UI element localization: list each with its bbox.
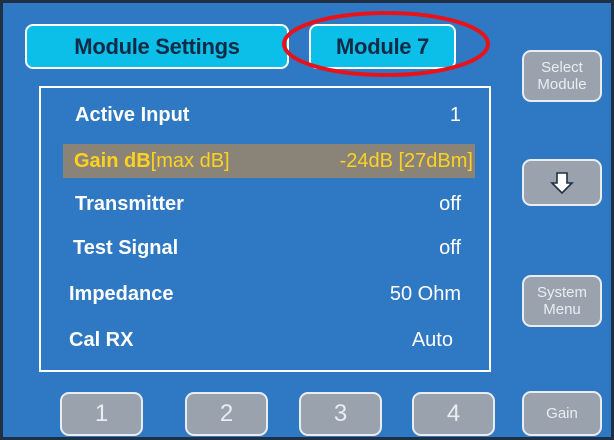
setting-value: Auto: [411, 328, 453, 351]
setting-label-main: Gain dB: [74, 149, 151, 172]
down-arrow-icon: [550, 171, 574, 194]
setting-label: Transmitter: [75, 192, 184, 215]
setting-value: off: [439, 192, 461, 215]
select-module-button[interactable]: Select Module: [522, 50, 602, 102]
system-menu-button[interactable]: System Menu: [522, 275, 602, 327]
setting-row-impedance[interactable]: Impedance 50 Ohm: [41, 277, 489, 311]
input-button-label: 1: [94, 400, 109, 427]
input-button-3[interactable]: 3: [299, 392, 382, 436]
settings-panel: Active Input 1 Gain dB[max dB] -24dB [27…: [39, 86, 491, 372]
setting-label: Test Signal: [73, 236, 179, 259]
input-button-label: 4: [446, 400, 461, 427]
setting-row-transmitter[interactable]: Transmitter off: [41, 187, 489, 221]
setting-row-test-signal[interactable]: Test Signal off: [41, 231, 489, 265]
device-screen: Module Settings Module 7 Active Input 1 …: [0, 0, 614, 440]
gain-button-label: Gain: [546, 405, 578, 422]
setting-label-unit: [max dB]: [150, 149, 230, 172]
tab-module-7[interactable]: Module 7: [309, 24, 456, 69]
input-button-label: 3: [333, 400, 348, 427]
input-button-label: 2: [219, 400, 234, 427]
input-button-1[interactable]: 1: [60, 392, 143, 436]
tab-module-settings-label: Module Settings: [74, 33, 240, 59]
select-module-label-line2: Module: [537, 76, 587, 93]
setting-value: off: [439, 236, 461, 259]
input-button-2[interactable]: 2: [185, 392, 268, 436]
down-button[interactable]: [522, 159, 602, 206]
setting-row-gain-selected[interactable]: Gain dB[max dB] -24dB [27dBm]: [63, 144, 475, 178]
setting-row-cal-rx[interactable]: Cal RX Auto: [41, 323, 489, 357]
tab-module-7-label: Module 7: [336, 33, 429, 59]
system-menu-label-line2: Menu: [543, 301, 581, 318]
input-button-4[interactable]: 4: [412, 392, 495, 436]
setting-label: Active Input: [75, 103, 190, 126]
setting-label: Cal RX: [69, 328, 134, 351]
select-module-label-line1: Select: [541, 59, 583, 76]
system-menu-label-line1: System: [536, 284, 587, 301]
gain-button[interactable]: Gain: [522, 391, 602, 436]
setting-value: 50 Ohm: [389, 282, 461, 305]
setting-value: 1: [449, 103, 461, 126]
setting-label: Gain dB[max dB]: [74, 150, 230, 173]
setting-row-active-input[interactable]: Active Input 1: [41, 98, 489, 132]
setting-value: -24dB [27dBm]: [339, 149, 473, 172]
setting-label: Impedance: [69, 282, 174, 305]
tab-module-settings[interactable]: Module Settings: [25, 24, 289, 69]
